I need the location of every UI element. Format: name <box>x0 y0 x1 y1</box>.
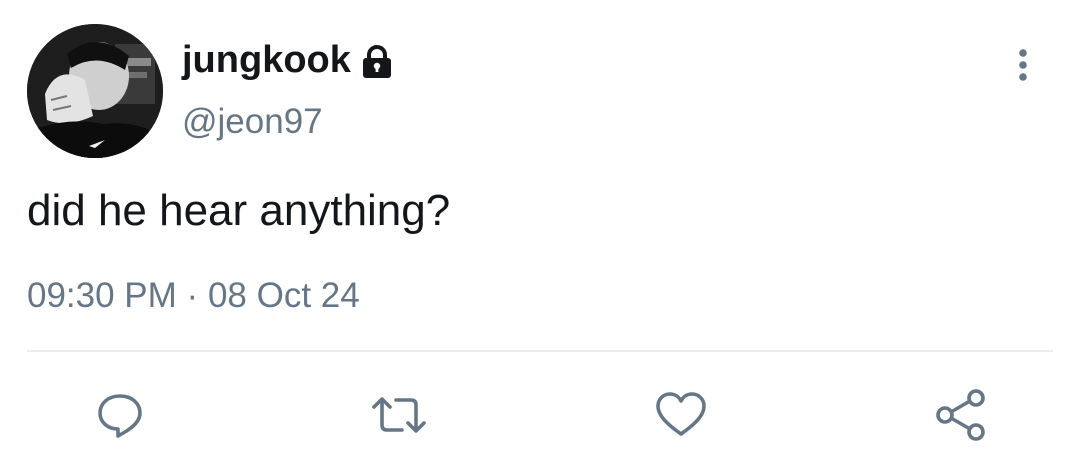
heart-icon <box>656 392 706 436</box>
reply-button[interactable] <box>90 385 150 445</box>
reply-icon <box>98 394 142 438</box>
display-name[interactable]: jungkook <box>182 34 351 86</box>
retweet-icon <box>372 397 426 433</box>
like-button[interactable] <box>651 385 711 445</box>
share-icon <box>936 389 985 441</box>
tweet-date: 08 Oct 24 <box>207 276 360 315</box>
tweet-timestamp[interactable]: 09:30 PM · 08 Oct 24 <box>27 274 360 318</box>
lock-icon <box>361 45 393 79</box>
retweet-button[interactable] <box>369 385 429 445</box>
display-name-row: jungkook <box>182 34 393 86</box>
avatar-image <box>27 24 163 158</box>
divider <box>27 350 1053 352</box>
user-handle[interactable]: @jeon97 <box>182 100 323 144</box>
tweet-time: 09:30 PM <box>27 276 177 315</box>
avatar[interactable] <box>27 24 163 158</box>
more-options-button[interactable] <box>1004 40 1042 90</box>
tweet-text: did he hear anything? <box>27 186 451 235</box>
timestamp-separator: · <box>186 276 199 315</box>
share-button[interactable] <box>931 385 991 445</box>
tweet-card: jungkook @jeon97 did he hear anything? 0… <box>0 0 1080 470</box>
more-vertical-icon <box>1019 49 1027 81</box>
